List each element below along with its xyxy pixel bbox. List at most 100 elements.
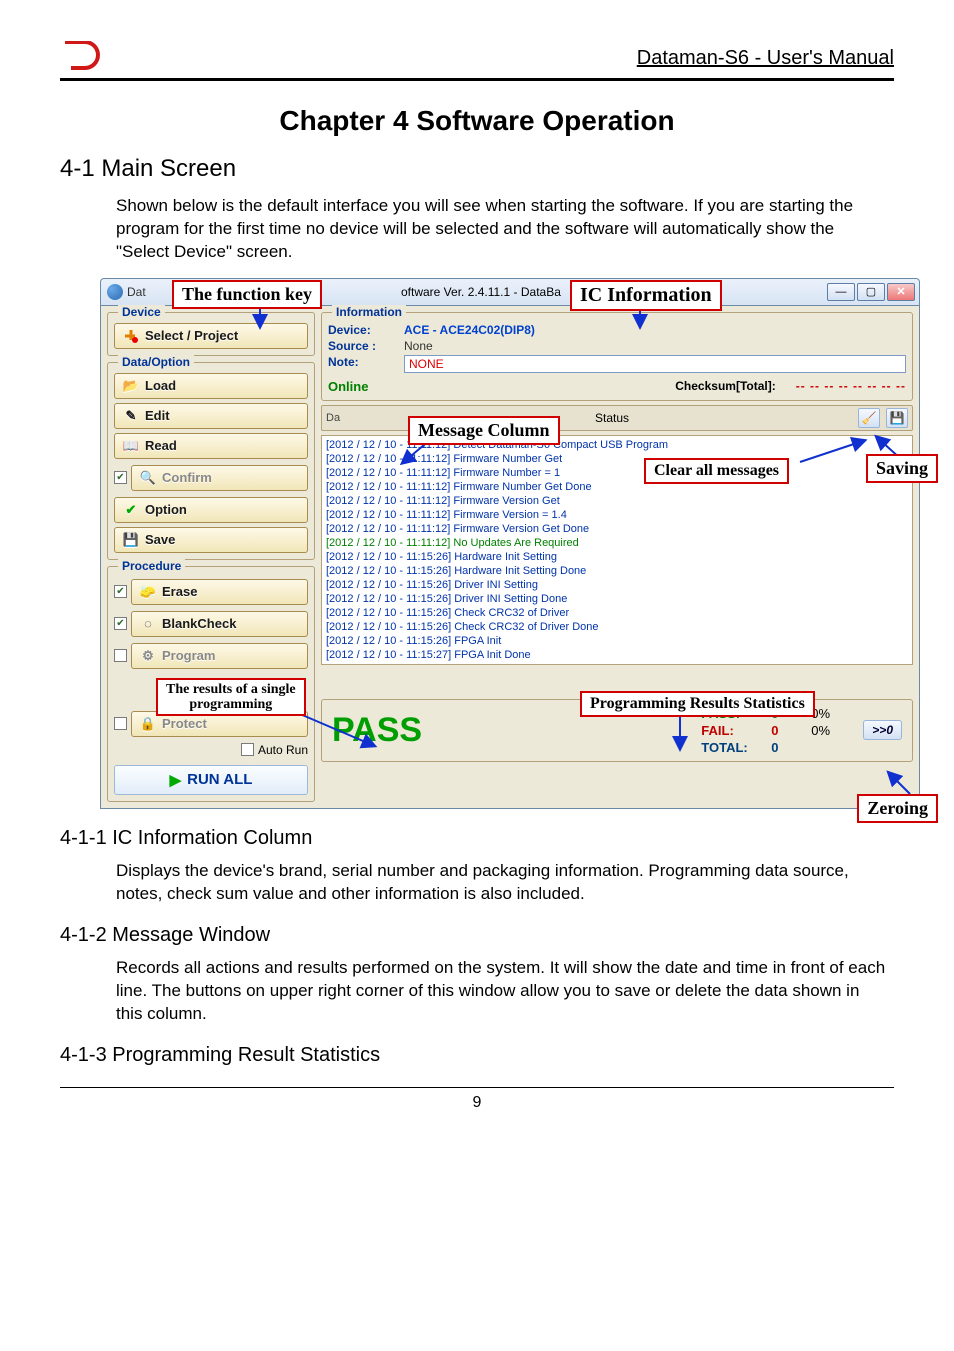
total-count: 0: [771, 740, 811, 755]
confirm-checkbox[interactable]: ✔: [114, 471, 127, 484]
read-button[interactable]: 📖Read: [114, 433, 308, 459]
save-icon: 💾: [123, 532, 139, 548]
check-icon: ✔: [123, 502, 139, 518]
source-value: None: [404, 339, 906, 353]
blankcheck-icon: ◌: [140, 616, 156, 632]
blankcheck-checkbox[interactable]: ✔: [114, 617, 127, 630]
erase-label: Erase: [162, 584, 197, 599]
fail-count: 0: [771, 723, 811, 738]
select-project-label: Select / Project: [145, 328, 238, 343]
window-close-button[interactable]: ✕: [887, 283, 915, 301]
edit-button[interactable]: ✎Edit: [114, 403, 308, 429]
select-project-icon: [123, 328, 139, 344]
window-maximize-button[interactable]: ▢: [857, 283, 885, 301]
message-line: [2012 / 12 / 10 - 11:11:12] No Updates A…: [326, 536, 908, 550]
procedure-legend: Procedure: [118, 559, 185, 573]
read-label: Read: [145, 438, 177, 453]
page-number: 9: [60, 1087, 894, 1112]
message-line: [2012 / 12 / 10 - 11:15:26] FPGA Init: [326, 634, 908, 648]
protect-label: Protect: [162, 716, 207, 731]
source-label: Source :: [328, 339, 398, 353]
pass-pct: 0%: [811, 706, 851, 721]
page-header: Dataman-S6 - User's Manual: [60, 40, 894, 81]
total-label: TOTAL:: [701, 740, 771, 755]
dataman-logo-icon: [60, 40, 104, 76]
save-button[interactable]: 💾 Save: [114, 527, 308, 553]
erase-checkbox[interactable]: ✔: [114, 585, 127, 598]
load-label: Load: [145, 378, 176, 393]
run-all-button[interactable]: ▶ RUN ALL: [114, 765, 308, 795]
message-line: [2012 / 12 / 10 - 11:15:27] FPGA Init Do…: [326, 648, 908, 662]
message-line: [2012 / 12 / 10 - 11:15:26] Check CRC32 …: [326, 620, 908, 634]
confirm-label: Confirm: [162, 470, 212, 485]
program-icon: ⚙: [140, 648, 156, 664]
lock-icon: 🔒: [140, 716, 156, 732]
note-input[interactable]: NONE: [404, 355, 906, 373]
option-button[interactable]: ✔ Option: [114, 497, 308, 523]
blankcheck-button[interactable]: ◌ BlankCheck: [131, 611, 308, 637]
data-option-legend: Data/Option: [118, 355, 194, 369]
annot-function-key: The function key: [172, 280, 322, 309]
program-checkbox[interactable]: [114, 649, 127, 662]
magnify-icon: 🔍: [140, 470, 156, 486]
blankcheck-label: BlankCheck: [162, 616, 236, 631]
information-group: Information Device: ACE - ACE24C02(DIP8)…: [321, 312, 913, 401]
section-4-1-1: 4-1-1 IC Information Column: [60, 827, 894, 850]
auto-run-checkbox[interactable]: [241, 743, 254, 756]
save-label: Save: [145, 532, 175, 547]
section-4-1-3: 4-1-3 Programming Result Statistics: [60, 1044, 894, 1067]
eraser-icon: 🧹: [862, 411, 877, 425]
online-status: Online: [328, 379, 368, 394]
checksum-value: -- -- -- -- -- -- -- --: [796, 379, 906, 393]
message-line: [2012 / 12 / 10 - 11:15:26] Hardware Ini…: [326, 550, 908, 564]
zero-button[interactable]: >>0: [863, 720, 902, 740]
message-line: [2012 / 12 / 10 - 11:11:12] Firmware Num…: [326, 480, 908, 494]
message-line: [2012 / 12 / 10 - 11:15:26] Hardware Ini…: [326, 564, 908, 578]
device-label: Device:: [328, 323, 398, 337]
erase-icon: 🧽: [140, 584, 156, 600]
chapter-title: Chapter 4 Software Operation: [60, 105, 894, 137]
edit-label: Edit: [145, 408, 170, 423]
confirm-button[interactable]: 🔍 Confirm: [131, 465, 308, 491]
program-label: Program: [162, 648, 215, 663]
fail-label: FAIL:: [701, 723, 771, 738]
clear-messages-button[interactable]: 🧹: [858, 408, 880, 428]
window-title-fragment: oftware Ver. 2.4.11.1 - DataBa: [401, 285, 561, 299]
save-messages-button[interactable]: 💾: [886, 408, 908, 428]
annot-clear-all: Clear all messages: [644, 458, 789, 484]
program-button[interactable]: ⚙ Program: [131, 643, 308, 669]
folder-open-icon: 📂: [123, 378, 139, 394]
message-line: [2012 / 12 / 10 - 11:15:26] Driver INI S…: [326, 578, 908, 592]
annot-zeroing: Zeroing: [857, 794, 938, 823]
note-label: Note:: [328, 355, 398, 373]
main-screen-screenshot: Dat oftware Ver. 2.4.11.1 - DataBa — ▢ ✕…: [100, 278, 920, 809]
annot-ic-info: IC Information: [570, 280, 722, 311]
option-label: Option: [145, 502, 187, 517]
select-project-button[interactable]: Select / Project: [114, 323, 308, 349]
device-group: Device Select / Project: [107, 312, 315, 356]
information-legend: Information: [332, 305, 406, 319]
load-button[interactable]: 📂 Load: [114, 373, 308, 399]
checksum-label: Checksum[Total]:: [675, 379, 775, 393]
annot-prog-stats: Programming Results Statistics: [580, 691, 815, 717]
protect-checkbox[interactable]: [114, 717, 127, 730]
disk-icon: 💾: [890, 411, 905, 425]
message-line: [2012 / 12 / 10 - 11:15:26] Check CRC32 …: [326, 606, 908, 620]
run-all-label: RUN ALL: [187, 771, 252, 788]
annot-message-col: Message Column: [408, 416, 560, 445]
erase-button[interactable]: 🧽 Erase: [131, 579, 308, 605]
data-option-group: Data/Option 📂Load ✎Edit 📖Read ✔ 🔍Confirm…: [107, 362, 315, 560]
para-4-1-2: Records all actions and results performe…: [116, 957, 886, 1026]
message-line: [2012 / 12 / 10 - 11:11:12] Firmware Ver…: [326, 508, 908, 522]
para-4-1-1: Displays the device's brand, serial numb…: [116, 860, 886, 906]
message-line: [2012 / 12 / 10 - 11:11:12] Firmware Ver…: [326, 522, 908, 536]
para-4-1: Shown below is the default interface you…: [116, 195, 886, 264]
play-icon: ▶: [170, 771, 182, 789]
window-minimize-button[interactable]: —: [827, 283, 855, 301]
doc-title: Dataman-S6 - User's Manual: [637, 47, 894, 70]
device-legend: Device: [118, 305, 165, 319]
message-line: [2012 / 12 / 10 - 11:11:12] Firmware Ver…: [326, 494, 908, 508]
device-value: ACE - ACE24C02(DIP8): [404, 323, 906, 337]
annot-saving: Saving: [866, 454, 938, 483]
fail-pct: 0%: [811, 723, 851, 738]
